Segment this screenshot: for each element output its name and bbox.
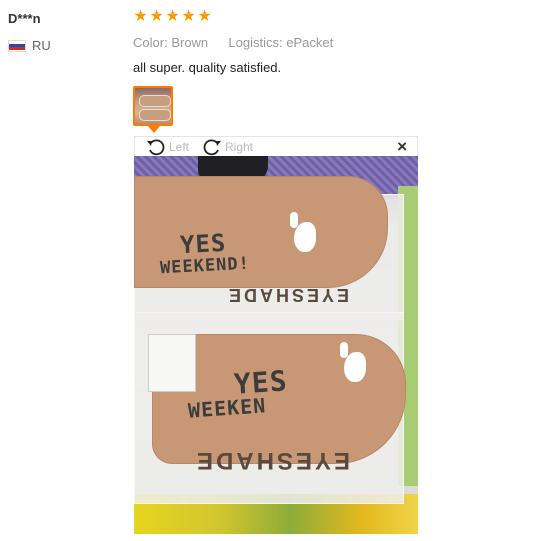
country-code: RU [32, 38, 51, 53]
review-attributes: Color: Brown Logistics: ePacket [133, 35, 333, 50]
review-text: all super. quality satisfied. [133, 60, 282, 75]
star-icon: ★ [181, 8, 196, 25]
rotate-left-icon [147, 139, 165, 156]
logistics-label: Logistics: [228, 35, 283, 50]
review-photo-large: YES WEEKEND! YES WEEKEN EYESHADE EYESHAD… [134, 156, 418, 534]
star-icon: ★ [165, 8, 180, 25]
rotate-right-label: Right [225, 140, 254, 154]
rotate-right-icon [203, 139, 221, 156]
reviewer-name: D***n [8, 11, 41, 26]
close-viewer-button[interactable]: × [397, 138, 407, 156]
russia-flag-icon [8, 39, 26, 52]
rotate-right-button[interactable]: Right [201, 137, 253, 157]
photo-text-eyeshade: EYESHADE [226, 285, 350, 305]
photo-viewer-toolbar: Left Right × [134, 136, 418, 156]
star-icon: ★ [149, 8, 164, 25]
thumbnail-selected-caret [148, 126, 160, 133]
logistics-value: ePacket [286, 35, 334, 50]
review-photo-thumbnail[interactable] [133, 86, 173, 126]
color-label: Color: [133, 35, 168, 50]
reviewer-country: RU [8, 38, 51, 53]
color-value: Brown [171, 35, 209, 50]
star-rating: ★ ★ ★ ★ ★ [133, 8, 212, 25]
star-icon: ★ [133, 8, 148, 25]
rotate-left-button[interactable]: Left [145, 137, 189, 157]
star-icon: ★ [197, 8, 212, 25]
rotate-left-label: Left [169, 140, 190, 154]
photo-text-eyeshade-2: EYESHADE [194, 447, 351, 474]
product-label-tag [148, 334, 196, 392]
